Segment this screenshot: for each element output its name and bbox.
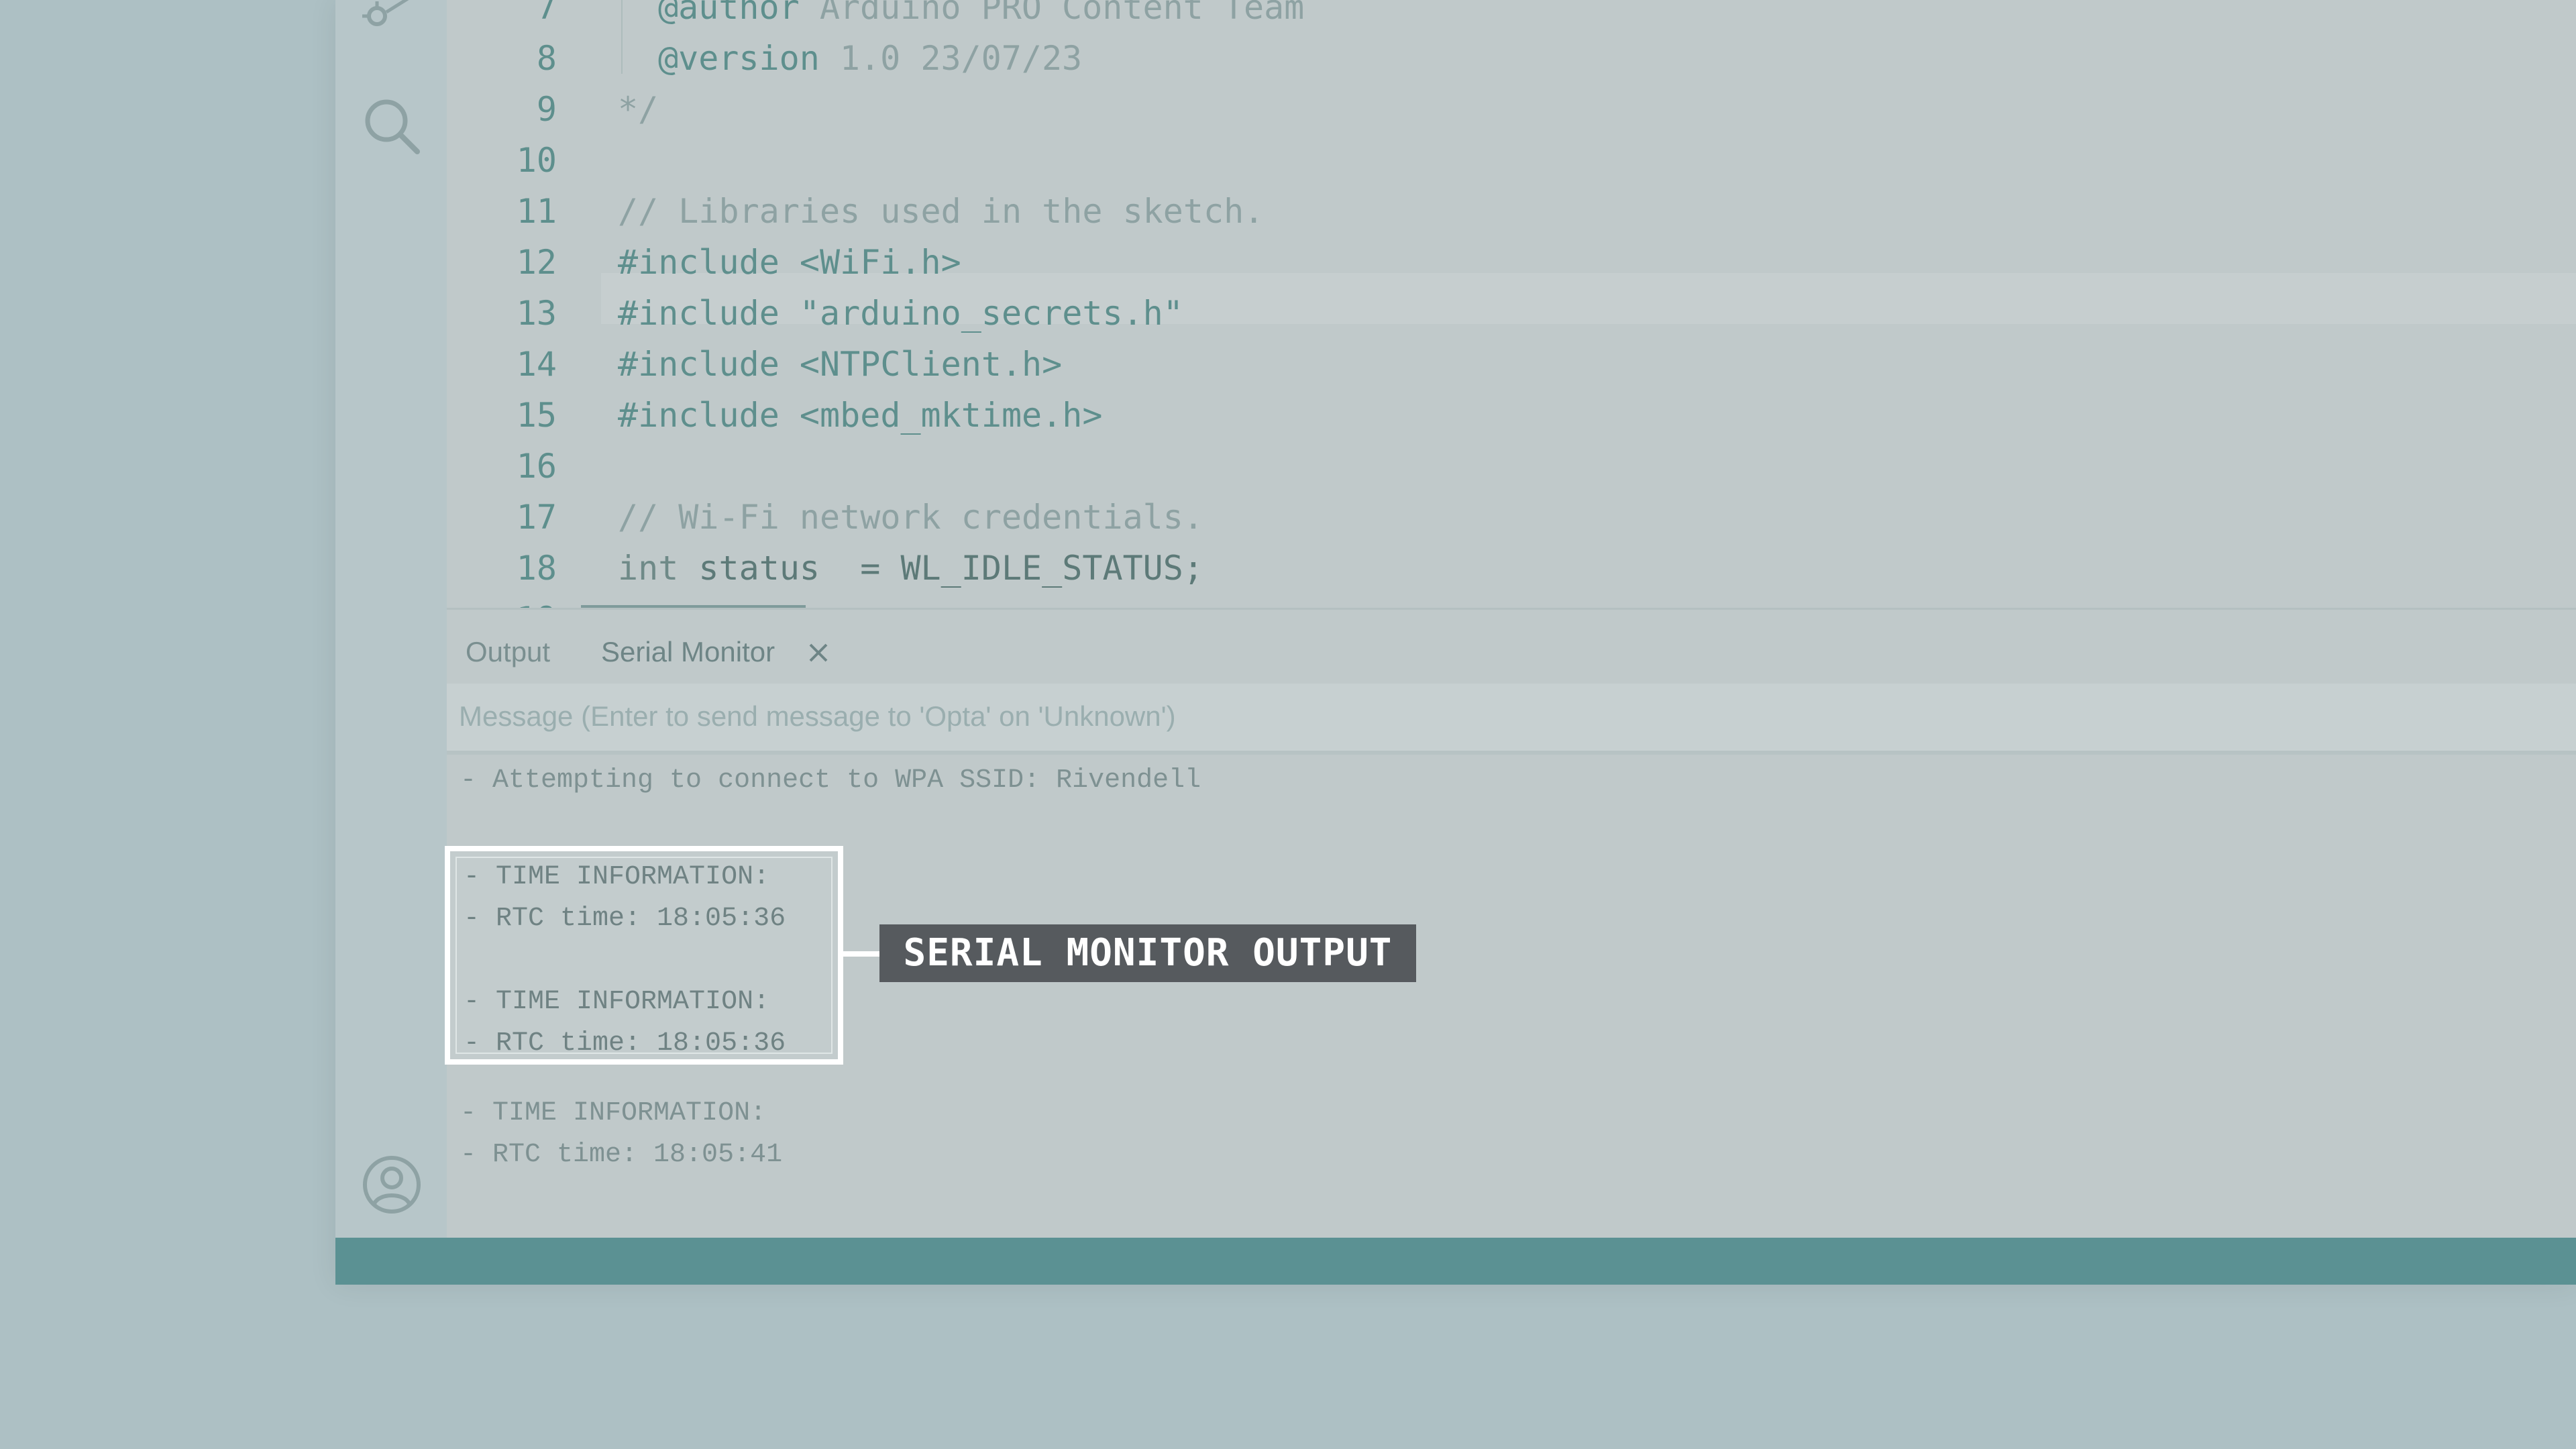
code-line[interactable]: #include <mbed_mktime.h> — [618, 390, 1102, 441]
callout-connector — [838, 951, 879, 957]
close-icon[interactable] — [805, 639, 832, 666]
code-token: status = WL_IDLE_STATUS; — [678, 549, 1203, 588]
code-line[interactable]: #include <WiFi.h> — [618, 237, 961, 288]
line-number: 18 — [516, 549, 557, 588]
tab-serial-monitor[interactable]: Serial Monitor — [601, 635, 775, 669]
code-token: // Libraries used in the sketch. — [618, 192, 1265, 231]
ide-window: 7 8 9 10 11 12 13 14 15 16 17 18 19 @author Arduino … — [335, 0, 2576, 1285]
code-editor[interactable]: 7 8 9 10 11 12 13 14 15 16 17 18 19 @author Arduino … — [447, 0, 2576, 608]
message-input[interactable] — [458, 696, 2540, 737]
code-token: #include — [618, 294, 780, 333]
code-token: <WiFi.h> — [779, 243, 961, 282]
code-line[interactable]: #include <NTPClient.h> — [618, 339, 1062, 390]
line-number-gutter: 7 8 9 10 11 12 13 14 15 16 17 18 19 — [447, 0, 558, 608]
code-line[interactable]: // Libraries used in the sketch. — [618, 186, 1264, 237]
indent-guide — [621, 0, 623, 74]
code-token: "arduino_secrets.h" — [779, 294, 1183, 333]
code-line[interactable]: @author Arduino PRO Content Team — [658, 0, 1304, 33]
highlight-line: - RTC time: 18:05:36 — [464, 904, 786, 934]
highlight-line: - RTC time: 18:05:36 — [464, 1028, 786, 1059]
highlight-line: - TIME INFORMATION: — [464, 987, 770, 1017]
line-number: 15 — [516, 396, 557, 435]
line-number: 12 — [516, 243, 557, 282]
code-token: @author — [658, 0, 800, 27]
line-number: 14 — [516, 345, 557, 384]
line-number: 9 — [536, 90, 557, 129]
code-token: */ — [618, 90, 659, 129]
activity-bar — [335, 0, 447, 1238]
line-number: 16 — [516, 447, 557, 486]
line-number: 7 — [536, 0, 557, 27]
code-token: <NTPClient.h> — [779, 345, 1063, 384]
code-token: Arduino PRO Content Team — [799, 0, 1305, 27]
code-token: #include — [618, 243, 780, 282]
debug-icon[interactable] — [360, 0, 424, 37]
code-token: <mbed_mktime.h> — [779, 396, 1103, 435]
code-line[interactable]: @version 1.0 23/07/23 — [658, 33, 1082, 84]
line-number: 19 — [447, 594, 557, 608]
code-line[interactable]: #include "arduino_secrets.h" — [618, 288, 1183, 339]
serial-output-line: - RTC time: 18:05:41 — [460, 1140, 783, 1170]
code-token: #include — [618, 345, 780, 384]
code-token: @version — [658, 39, 820, 78]
line-number: 10 — [516, 141, 557, 180]
code-line[interactable]: */ — [618, 84, 658, 135]
highlight-line: - TIME INFORMATION: — [464, 862, 770, 892]
serial-output-line: - Attempting to connect to WPA SSID: Riv… — [460, 765, 1201, 796]
message-bar — [447, 684, 2576, 755]
code-token: // Wi-Fi network credentials. — [618, 498, 1203, 537]
code-line[interactable]: // Wi-Fi network credentials. — [618, 492, 1203, 543]
callout-label: SERIAL MONITOR OUTPUT — [879, 924, 1416, 982]
line-number: 17 — [516, 498, 557, 537]
tab-output[interactable]: Output — [466, 635, 550, 669]
serial-output-line: - TIME INFORMATION: — [460, 1098, 767, 1128]
code-token: 1.0 23/07/23 — [819, 39, 1083, 78]
code-token: int — [618, 549, 679, 588]
account-icon[interactable] — [360, 1152, 424, 1220]
serial-output-highlight: - TIME INFORMATION: - RTC time: 18:05:36 -… — [445, 846, 843, 1065]
search-icon[interactable] — [360, 94, 424, 162]
line-number: 8 — [536, 39, 557, 78]
code-line[interactable]: int status = WL_IDLE_STATUS; — [618, 543, 1203, 594]
status-bar — [335, 1238, 2576, 1285]
line-number: 13 — [516, 294, 557, 333]
code-token: #include — [618, 396, 780, 435]
panel-tabs: Output Serial Monitor — [447, 610, 2576, 681]
line-number: 11 — [516, 192, 557, 231]
